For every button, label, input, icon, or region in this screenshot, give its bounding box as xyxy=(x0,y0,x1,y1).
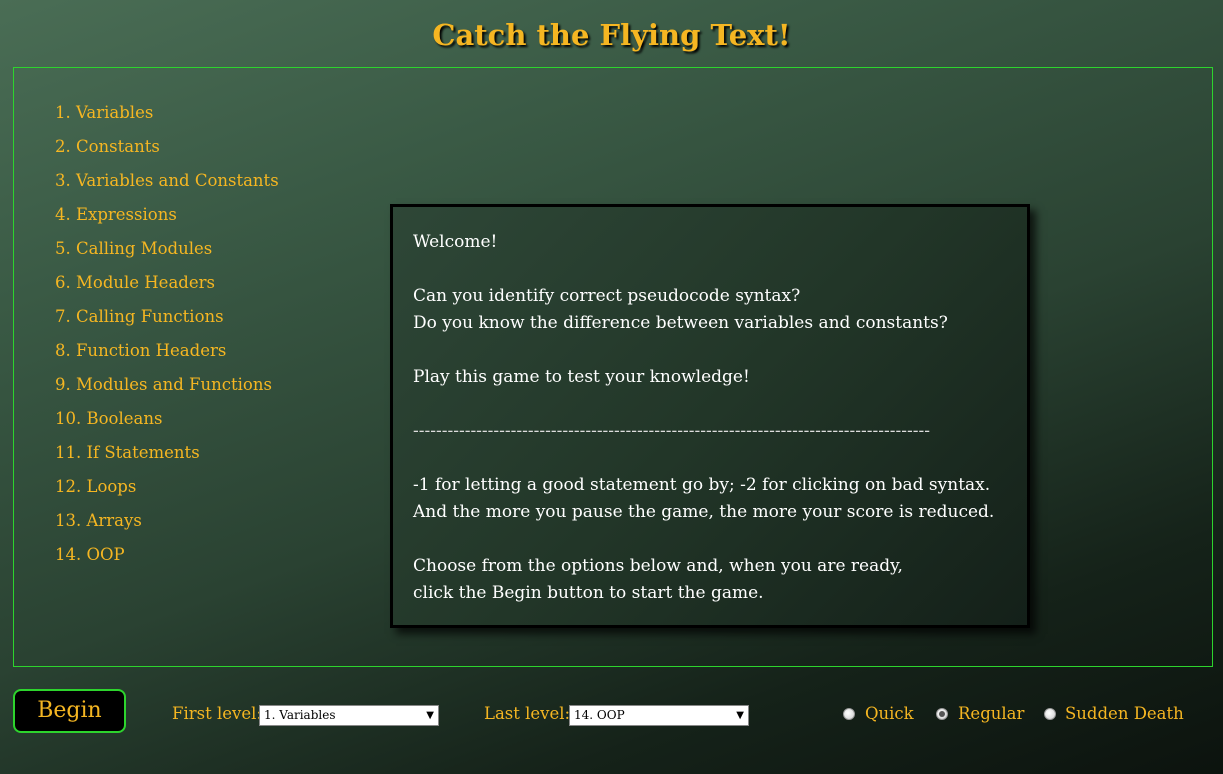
level-item[interactable]: 3. Variables and Constants xyxy=(55,164,279,198)
level-item[interactable]: 12. Loops xyxy=(55,470,279,504)
game-arena[interactable]: 1. Variables 2. Constants 3. Variables a… xyxy=(13,67,1213,667)
level-item[interactable]: 4. Expressions xyxy=(55,198,279,232)
welcome-greeting: Welcome! xyxy=(413,232,498,252)
welcome-instructions-2: click the Begin button to start the game… xyxy=(413,583,764,603)
first-level-label: First level: xyxy=(172,704,262,723)
level-item[interactable]: 6. Module Headers xyxy=(55,266,279,300)
begin-button[interactable]: Begin xyxy=(13,689,126,733)
last-level-value: 14. OOP xyxy=(574,708,625,722)
level-item[interactable]: 13. Arrays xyxy=(55,504,279,538)
welcome-panel: Welcome! Can you identify correct pseudo… xyxy=(390,204,1030,628)
mode-label-sudden-death[interactable]: Sudden Death xyxy=(1065,703,1184,725)
level-item[interactable]: 2. Constants xyxy=(55,130,279,164)
welcome-instructions-1: Choose from the options below and, when … xyxy=(413,556,903,576)
controls-bar: Begin First level: 1. Variables ▼ Last l… xyxy=(0,688,1223,738)
level-item[interactable]: 5. Calling Modules xyxy=(55,232,279,266)
dropdown-arrow-icon: ▼ xyxy=(426,710,434,721)
level-item[interactable]: 9. Modules and Functions xyxy=(55,368,279,402)
level-list: 1. Variables 2. Constants 3. Variables a… xyxy=(55,96,279,572)
mode-radio-regular[interactable] xyxy=(936,708,948,720)
last-level-label: Last level: xyxy=(484,704,571,723)
welcome-question-2: Do you know the difference between varia… xyxy=(413,313,948,333)
mode-label-quick[interactable]: Quick xyxy=(865,703,914,725)
first-level-select[interactable]: 1. Variables ▼ xyxy=(259,705,439,726)
last-level-select[interactable]: 14. OOP ▼ xyxy=(569,705,749,726)
level-item[interactable]: 1. Variables xyxy=(55,96,279,130)
welcome-invite: Play this game to test your knowledge! xyxy=(413,367,750,387)
welcome-scoring-2: And the more you pause the game, the mor… xyxy=(413,502,995,522)
welcome-scoring-1: -1 for letting a good statement go by; -… xyxy=(413,475,991,495)
game-title: Catch the Flying Text! xyxy=(432,18,791,52)
level-item[interactable]: 7. Calling Functions xyxy=(55,300,279,334)
welcome-divider: ----------------------------------------… xyxy=(413,421,930,441)
mode-radio-sudden-death[interactable] xyxy=(1044,708,1056,720)
level-item[interactable]: 14. OOP xyxy=(55,538,279,572)
level-item[interactable]: 8. Function Headers xyxy=(55,334,279,368)
mode-label-regular[interactable]: Regular xyxy=(958,703,1024,725)
level-item[interactable]: 10. Booleans xyxy=(55,402,279,436)
welcome-question-1: Can you identify correct pseudocode synt… xyxy=(413,286,801,306)
dropdown-arrow-icon: ▼ xyxy=(736,710,744,721)
level-item[interactable]: 11. If Statements xyxy=(55,436,279,470)
mode-radio-quick[interactable] xyxy=(843,708,855,720)
first-level-value: 1. Variables xyxy=(264,708,336,722)
